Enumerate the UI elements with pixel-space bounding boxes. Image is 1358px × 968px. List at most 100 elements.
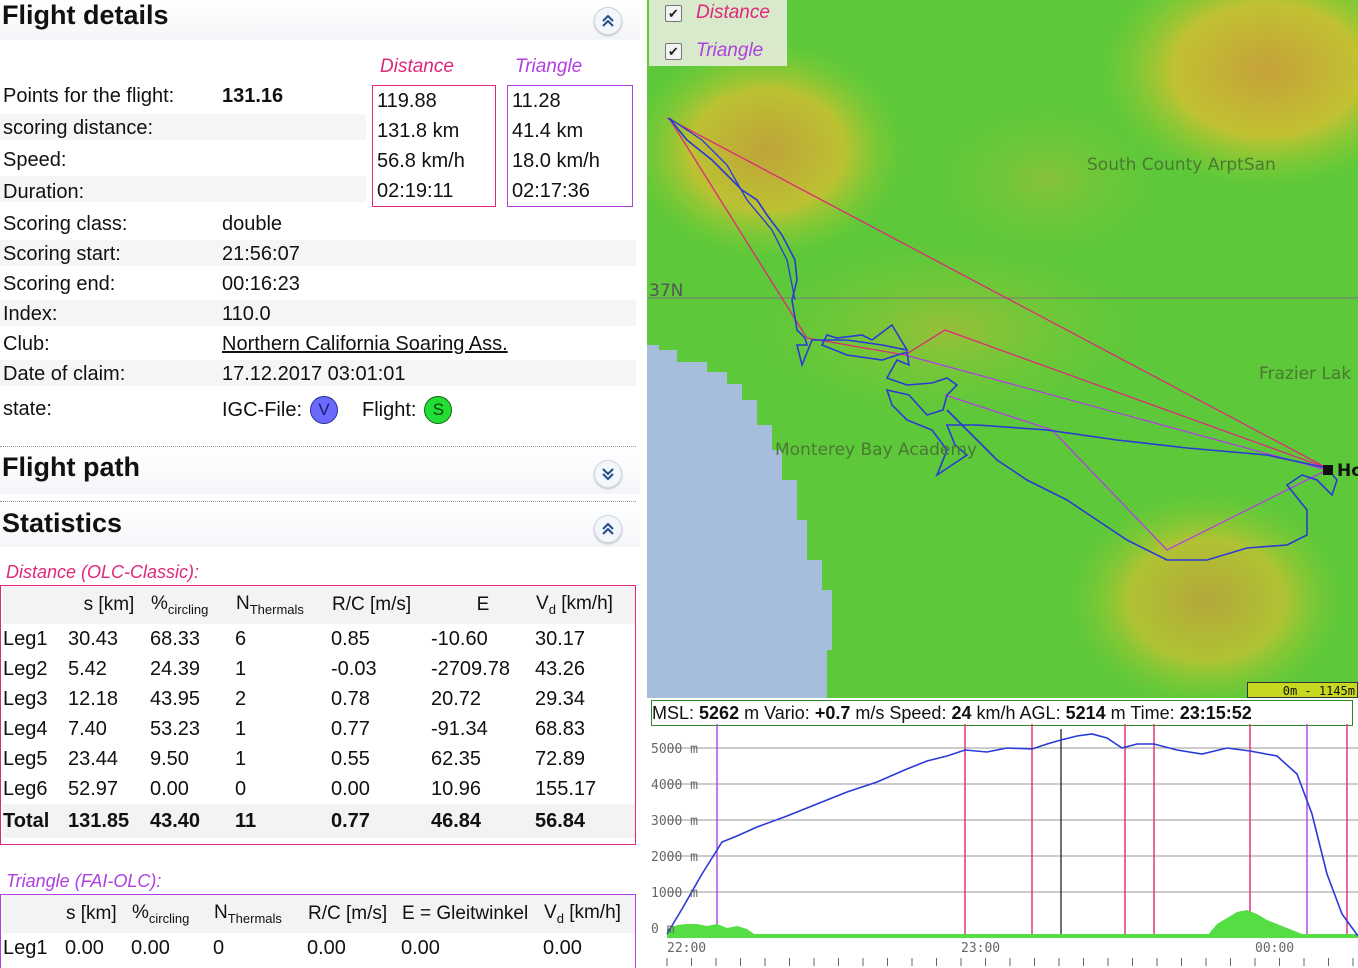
triangle-speed: 18.0 km/h xyxy=(512,150,600,172)
table-row: Leg1 0.00 0.00 0 0.00 0.00 0.00 xyxy=(3,933,635,963)
speed-label: Speed: xyxy=(889,703,947,723)
col-header-s: s [km] xyxy=(65,895,131,933)
vario-fill xyxy=(1207,910,1307,936)
col-header-s: s [km] xyxy=(68,586,150,624)
table-cell: Leg4 xyxy=(3,717,48,740)
triangle-points: 11.28 xyxy=(512,90,561,112)
legend-item-triangle[interactable]: ✔ Triangle xyxy=(665,40,763,62)
club-link[interactable]: Northern California Soaring Ass. xyxy=(222,333,508,356)
distance-stats-table: s [km] %circling NThermals R/C [m/s] E V… xyxy=(3,586,635,838)
igc-valid-icon[interactable]: V xyxy=(310,396,338,424)
table-cell: Leg3 xyxy=(3,687,48,710)
triangle-stats-caption: Triangle (FAI-OLC): xyxy=(6,871,162,891)
table-cell: 30.17 xyxy=(535,627,586,650)
vario-value: +0.7 xyxy=(814,703,851,723)
legend-item-distance[interactable]: ✔ Distance xyxy=(665,2,770,24)
table-cell: 46.84 xyxy=(431,809,482,832)
y-tick-2000: 2000 m xyxy=(651,850,698,865)
speed-unit: km/h xyxy=(976,703,1016,723)
scoring-distance-label: scoring distance: xyxy=(3,117,154,139)
distance-column-header: Distance xyxy=(380,56,454,77)
scoring-class-label: Scoring class: xyxy=(3,213,128,235)
table-cell: 10.96 xyxy=(431,777,482,800)
table-cell: 2 xyxy=(235,687,247,710)
distance-speed: 56.8 km/h xyxy=(377,150,465,172)
collapse-statistics-button[interactable] xyxy=(594,515,622,543)
table-cell: 30.43 xyxy=(68,627,119,650)
y-tick-3000: 3000 m xyxy=(651,814,698,829)
club-link-text[interactable]: Northern California Soaring Ass. xyxy=(222,333,508,355)
map-label-frazier: Frazier Lak xyxy=(1259,364,1352,384)
flight-scored-icon[interactable]: S xyxy=(424,396,453,424)
barogram-info-bar: MSL: 5262 m Vario: +0.7 m/s Speed: 24 km… xyxy=(651,700,1353,726)
table-cell: 0.55 xyxy=(331,747,370,770)
table-cell: 56.84 xyxy=(535,809,586,832)
table-cell: 1 xyxy=(235,657,247,680)
table-cell: 0.00 xyxy=(131,936,170,959)
table-cell: Leg5 xyxy=(3,747,48,770)
map-label-home: Ho xyxy=(1337,461,1358,481)
distance-checkbox[interactable]: ✔ xyxy=(665,4,682,22)
barogram-chart[interactable]: 5000 m 4000 m 3000 m 2000 m 1000 m 0 m 2… xyxy=(647,724,1358,968)
scoring-start-label: Scoring start: xyxy=(3,243,121,265)
msl-value: 5262 xyxy=(699,703,740,723)
double-chevron-down-icon xyxy=(602,468,614,481)
col-header-rc: R/C [m/s] xyxy=(307,895,401,933)
triangle-checkbox[interactable]: ✔ xyxy=(665,42,682,60)
scoring-class-value: double xyxy=(222,213,283,235)
flight-path-title: Flight path xyxy=(2,452,140,482)
table-row: Leg5 23.44 9.50 1 0.55 62.35 72.89 xyxy=(3,744,635,774)
index-value: 110.0 xyxy=(222,303,271,325)
table-row: Leg3 12.18 43.95 2 0.78 20.72 29.34 xyxy=(3,684,635,714)
time-label: Time: xyxy=(1130,703,1175,723)
table-cell: 0.00 xyxy=(331,777,370,800)
table-cell: 12.18 xyxy=(68,687,119,710)
agl-value: 5214 xyxy=(1065,703,1106,723)
col-header-rc: R/C [m/s] xyxy=(331,586,431,624)
double-chevron-up-icon xyxy=(602,14,614,27)
collapse-flight-details-button[interactable] xyxy=(594,7,622,35)
col-header-e-gleitwinkel: E = Gleitwinkel xyxy=(401,895,543,933)
table-cell: 11 xyxy=(235,809,257,832)
table-cell: 1 xyxy=(235,717,247,740)
y-tick-5000: 5000 m xyxy=(651,742,698,757)
distance-duration: 02:19:11 xyxy=(377,180,454,202)
expand-flight-path-button[interactable] xyxy=(594,460,622,488)
y-tick-1000: 1000 m xyxy=(651,886,698,901)
table-header-row: s [km] %circling NThermals R/C [m/s] E V… xyxy=(3,586,635,624)
legend-distance-label: Distance xyxy=(696,2,770,23)
home-marker-icon[interactable] xyxy=(1323,465,1333,475)
points-value: 131.16 xyxy=(222,85,284,107)
table-cell: 23.44 xyxy=(68,747,119,770)
table-cell: 155.17 xyxy=(535,777,597,800)
double-chevron-up-icon xyxy=(602,522,614,535)
club-label: Club: xyxy=(3,333,50,355)
table-cell: 0.77 xyxy=(331,809,370,832)
table-cell: -10.60 xyxy=(431,627,488,650)
table-cell: 68.33 xyxy=(150,627,201,650)
table-cell: Leg1 xyxy=(3,936,48,959)
points-label: Points for the flight: xyxy=(3,85,175,107)
agl-unit: m xyxy=(1110,703,1126,723)
msl-label: MSL: xyxy=(652,703,695,723)
flight-info-panel: Flight details Distance Triangle Points … xyxy=(0,0,640,968)
elevation-scale: 0m - 1145m xyxy=(1247,682,1358,698)
table-row: Leg1 30.43 68.33 6 0.85 -10.60 30.17 xyxy=(3,624,635,654)
table-total-row: Total 131.85 43.40 11 0.77 46.84 56.84 xyxy=(3,804,635,838)
distance-points: 119.88 xyxy=(377,90,437,112)
table-row: Leg4 7.40 53.23 1 0.77 -91.34 68.83 xyxy=(3,714,635,744)
table-cell: 1 xyxy=(235,747,247,770)
col-header-circling: %circling xyxy=(131,895,213,933)
table-cell: Leg1 xyxy=(3,627,48,650)
panel-divider xyxy=(640,0,647,968)
table-cell: 0.77 xyxy=(331,717,370,740)
map-label-latitude: 37N xyxy=(649,281,684,301)
table-cell: 5.42 xyxy=(68,657,107,680)
table-cell: 43.95 xyxy=(150,687,201,710)
triangle-stats-table: s [km] %circling NThermals R/C [m/s] E =… xyxy=(3,895,635,963)
table-cell: -0.03 xyxy=(331,657,377,680)
table-cell: -91.34 xyxy=(431,717,488,740)
divider xyxy=(0,446,636,447)
table-cell: 0.00 xyxy=(543,936,582,959)
map-panel: South County ArptSan Frazier Lak Montere… xyxy=(647,0,1358,968)
